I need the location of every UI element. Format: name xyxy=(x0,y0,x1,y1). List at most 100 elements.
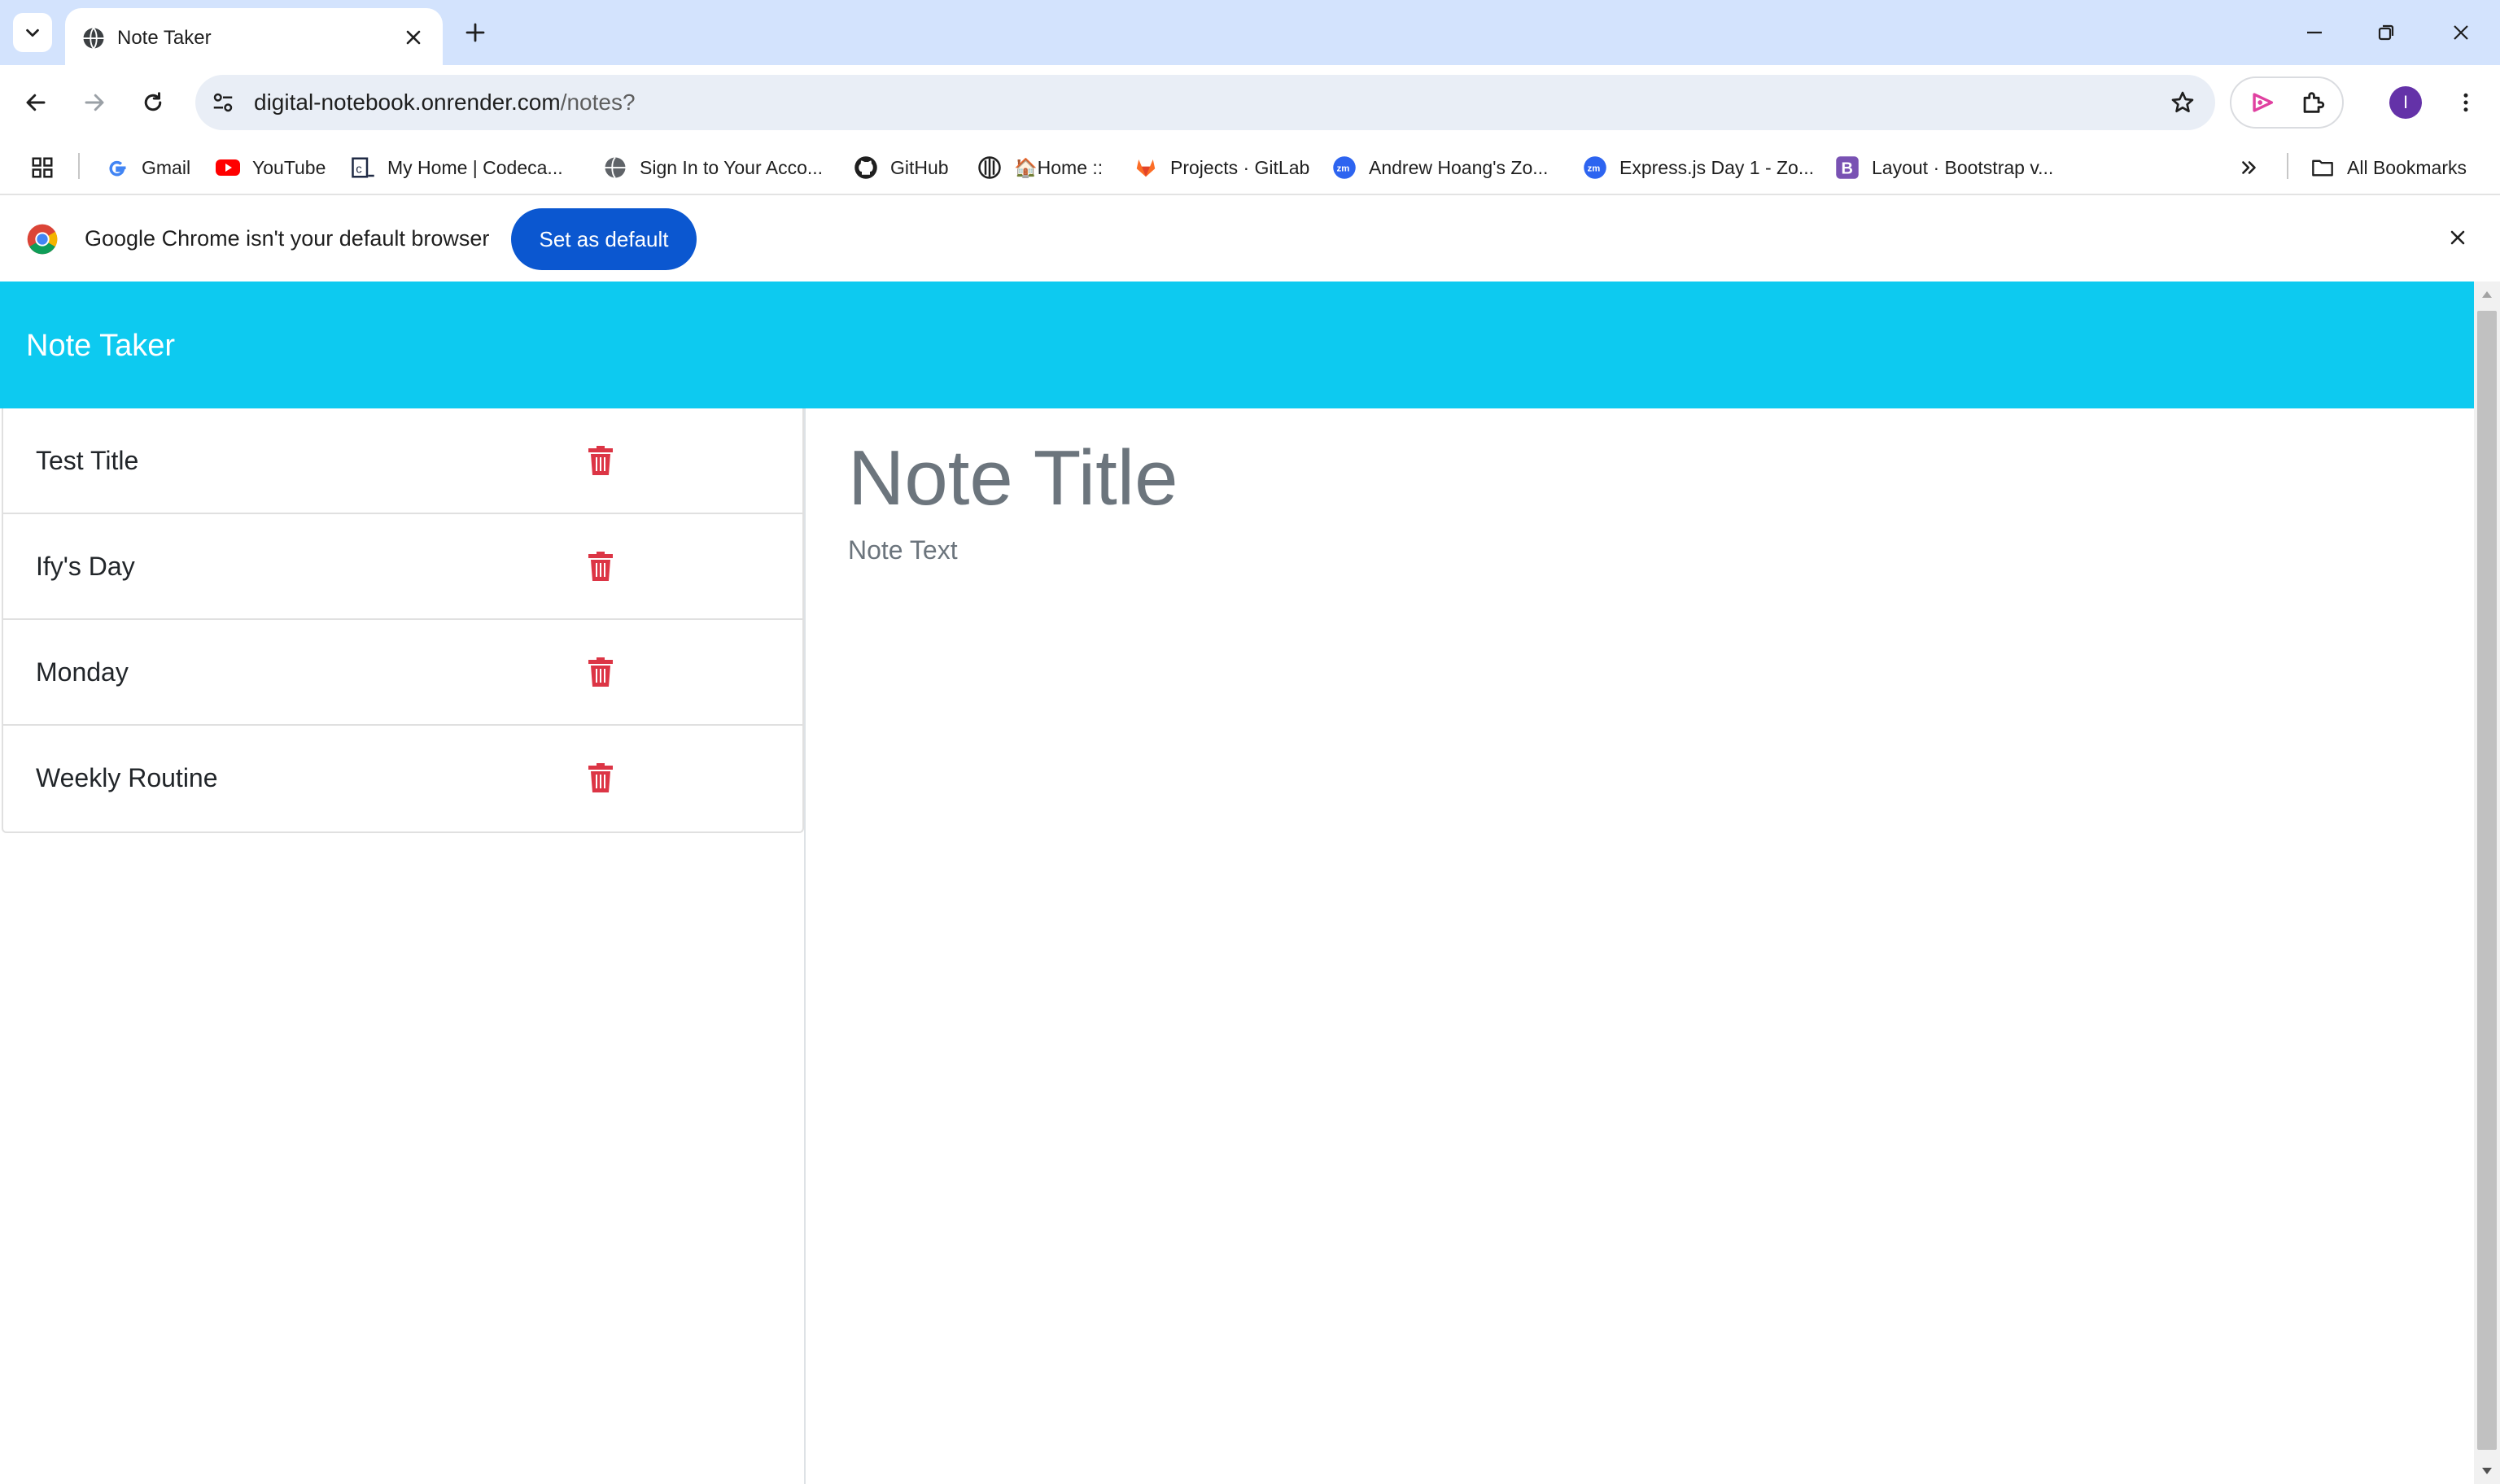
extensions-group xyxy=(2230,76,2344,129)
play-extension-icon xyxy=(2253,93,2274,112)
minimize-icon xyxy=(2307,31,2322,34)
list-item[interactable]: Test Title xyxy=(3,408,802,514)
delete-note-button[interactable] xyxy=(583,653,618,692)
note-item-title: Test Title xyxy=(36,446,139,475)
more-vertical-icon xyxy=(2463,93,2468,112)
bookmark-zoom-andrew[interactable]: zm Andrew Hoang's Zo... xyxy=(1331,150,1548,186)
close-icon xyxy=(2450,230,2465,245)
more-bookmarks-button[interactable] xyxy=(2233,151,2266,184)
bookmark-label: 🏠Home :: xyxy=(1014,156,1104,178)
bookmark-home[interactable]: 🏠Home :: xyxy=(977,150,1103,186)
infobar-close-button[interactable] xyxy=(2441,221,2474,254)
svg-text:zm: zm xyxy=(1588,164,1601,173)
note-editor xyxy=(807,408,2474,1484)
globe-icon xyxy=(602,155,628,181)
bookmark-github[interactable]: GitHub xyxy=(853,150,949,186)
trash-icon xyxy=(588,657,613,687)
bookmark-zoom-express[interactable]: zm Express.js Day 1 - Zo... xyxy=(1582,150,1814,186)
restore-button[interactable] xyxy=(2363,13,2409,52)
triangle-down-icon xyxy=(2482,1468,2492,1474)
app-brand[interactable]: Note Taker xyxy=(26,327,175,364)
default-browser-infobar: Google Chrome isn't your default browser… xyxy=(0,195,2500,282)
arrow-right-icon xyxy=(85,94,104,111)
bookmark-label: Express.js Day 1 - Zo... xyxy=(1619,156,1815,178)
bookmark-gitlab[interactable]: Projects · GitLab xyxy=(1133,150,1309,186)
profile-avatar[interactable]: I xyxy=(2389,86,2422,119)
tab-strip: Note Taker xyxy=(0,0,2500,65)
bootstrap-icon: B xyxy=(1834,155,1860,181)
apps-grid-icon xyxy=(32,157,53,178)
restore-icon xyxy=(2378,24,2394,41)
triangle-up-icon xyxy=(2482,291,2492,298)
extensions-menu-button[interactable] xyxy=(2295,85,2331,120)
url-text: digital-notebook.onrender.com/notes? xyxy=(254,89,636,116)
github-icon xyxy=(853,155,879,181)
reload-icon xyxy=(144,92,162,111)
svg-text:zm: zm xyxy=(1337,164,1350,173)
bookmark-label: Gmail xyxy=(142,156,191,178)
all-bookmarks-button[interactable]: All Bookmarks xyxy=(2310,150,2467,186)
delete-note-button[interactable] xyxy=(583,547,618,586)
back-button[interactable] xyxy=(16,83,55,122)
note-list: Test Title Ify's Day Monday Weekly Routi… xyxy=(2,408,804,833)
chrome-menu-button[interactable] xyxy=(2446,83,2485,122)
chevron-down-icon xyxy=(26,28,39,37)
site-info-button[interactable] xyxy=(207,86,239,119)
folder-icon xyxy=(2310,155,2336,181)
tab-close-button[interactable] xyxy=(399,23,428,52)
reload-button[interactable] xyxy=(133,83,173,122)
bookmark-label: YouTube xyxy=(252,156,326,178)
bookmark-bootstrap[interactable]: B Layout · Bootstrap v... xyxy=(1834,150,2053,186)
set-as-default-button[interactable]: Set as default xyxy=(511,208,697,270)
scrollbar-thumb[interactable] xyxy=(2477,311,2497,1450)
bookmark-youtube[interactable]: YouTube xyxy=(215,150,326,186)
note-title-input[interactable] xyxy=(848,430,2394,527)
note-item-title: Ify's Day xyxy=(36,552,135,581)
delete-note-button[interactable] xyxy=(583,441,618,480)
list-item[interactable]: Weekly Routine xyxy=(3,726,802,831)
address-bar[interactable]: digital-notebook.onrender.com/notes? xyxy=(195,75,2215,130)
bookmark-gmail[interactable]: Gmail xyxy=(104,150,190,186)
arrow-left-icon xyxy=(26,94,46,111)
bookmark-codecademy[interactable]: c My Home | Codeca... xyxy=(350,150,563,186)
minimize-button[interactable] xyxy=(2292,13,2337,52)
bookmark-label: Andrew Hoang's Zo... xyxy=(1369,156,1549,178)
bookmark-label: My Home | Codeca... xyxy=(387,156,563,178)
all-bookmarks-label: All Bookmarks xyxy=(2347,156,2467,178)
tune-icon xyxy=(213,93,233,112)
note-item-title: Weekly Routine xyxy=(36,763,218,792)
app-navbar: Note Taker xyxy=(0,282,2474,408)
bookmark-label: GitHub xyxy=(890,156,949,178)
zoom-icon: zm xyxy=(1582,155,1608,181)
list-item[interactable]: Monday xyxy=(3,620,802,726)
site-icon xyxy=(977,155,1003,181)
scroll-down-button[interactable] xyxy=(2474,1458,2500,1484)
bookmark-star-button[interactable] xyxy=(2165,85,2201,120)
browser-toolbar: digital-notebook.onrender.com/notes? I xyxy=(0,65,2500,140)
scroll-up-button[interactable] xyxy=(2474,282,2500,308)
active-tab[interactable]: Note Taker xyxy=(65,8,443,65)
forward-button[interactable] xyxy=(75,83,114,122)
infobar-message: Google Chrome isn't your default browser xyxy=(85,226,490,251)
extension-button[interactable] xyxy=(2244,85,2280,120)
close-window-button[interactable] xyxy=(2438,13,2484,52)
close-icon xyxy=(406,30,421,45)
tab-title: Note Taker xyxy=(117,27,212,49)
close-icon xyxy=(2454,25,2468,40)
list-item[interactable]: Ify's Day xyxy=(3,514,802,620)
apps-button[interactable] xyxy=(26,151,59,184)
star-icon xyxy=(2171,91,2194,112)
bookmark-label: Sign In to Your Acco... xyxy=(640,156,824,178)
delete-note-button[interactable] xyxy=(583,758,618,797)
google-g-icon xyxy=(104,155,130,181)
bookmarks-bar: Gmail YouTube c My Home | Codeca... Sign… xyxy=(0,140,2500,195)
bookmark-sign-in[interactable]: Sign In to Your Acco... xyxy=(602,150,823,186)
svg-text:B: B xyxy=(1842,160,1853,178)
page-scrollbar[interactable] xyxy=(2474,282,2500,1484)
note-text-input[interactable] xyxy=(848,534,2394,1429)
new-tab-button[interactable] xyxy=(457,15,493,50)
trash-icon xyxy=(588,446,613,475)
bookmark-label: Layout · Bootstrap v... xyxy=(1872,156,2054,178)
tab-search-button[interactable] xyxy=(13,13,52,52)
trash-icon xyxy=(588,552,613,581)
